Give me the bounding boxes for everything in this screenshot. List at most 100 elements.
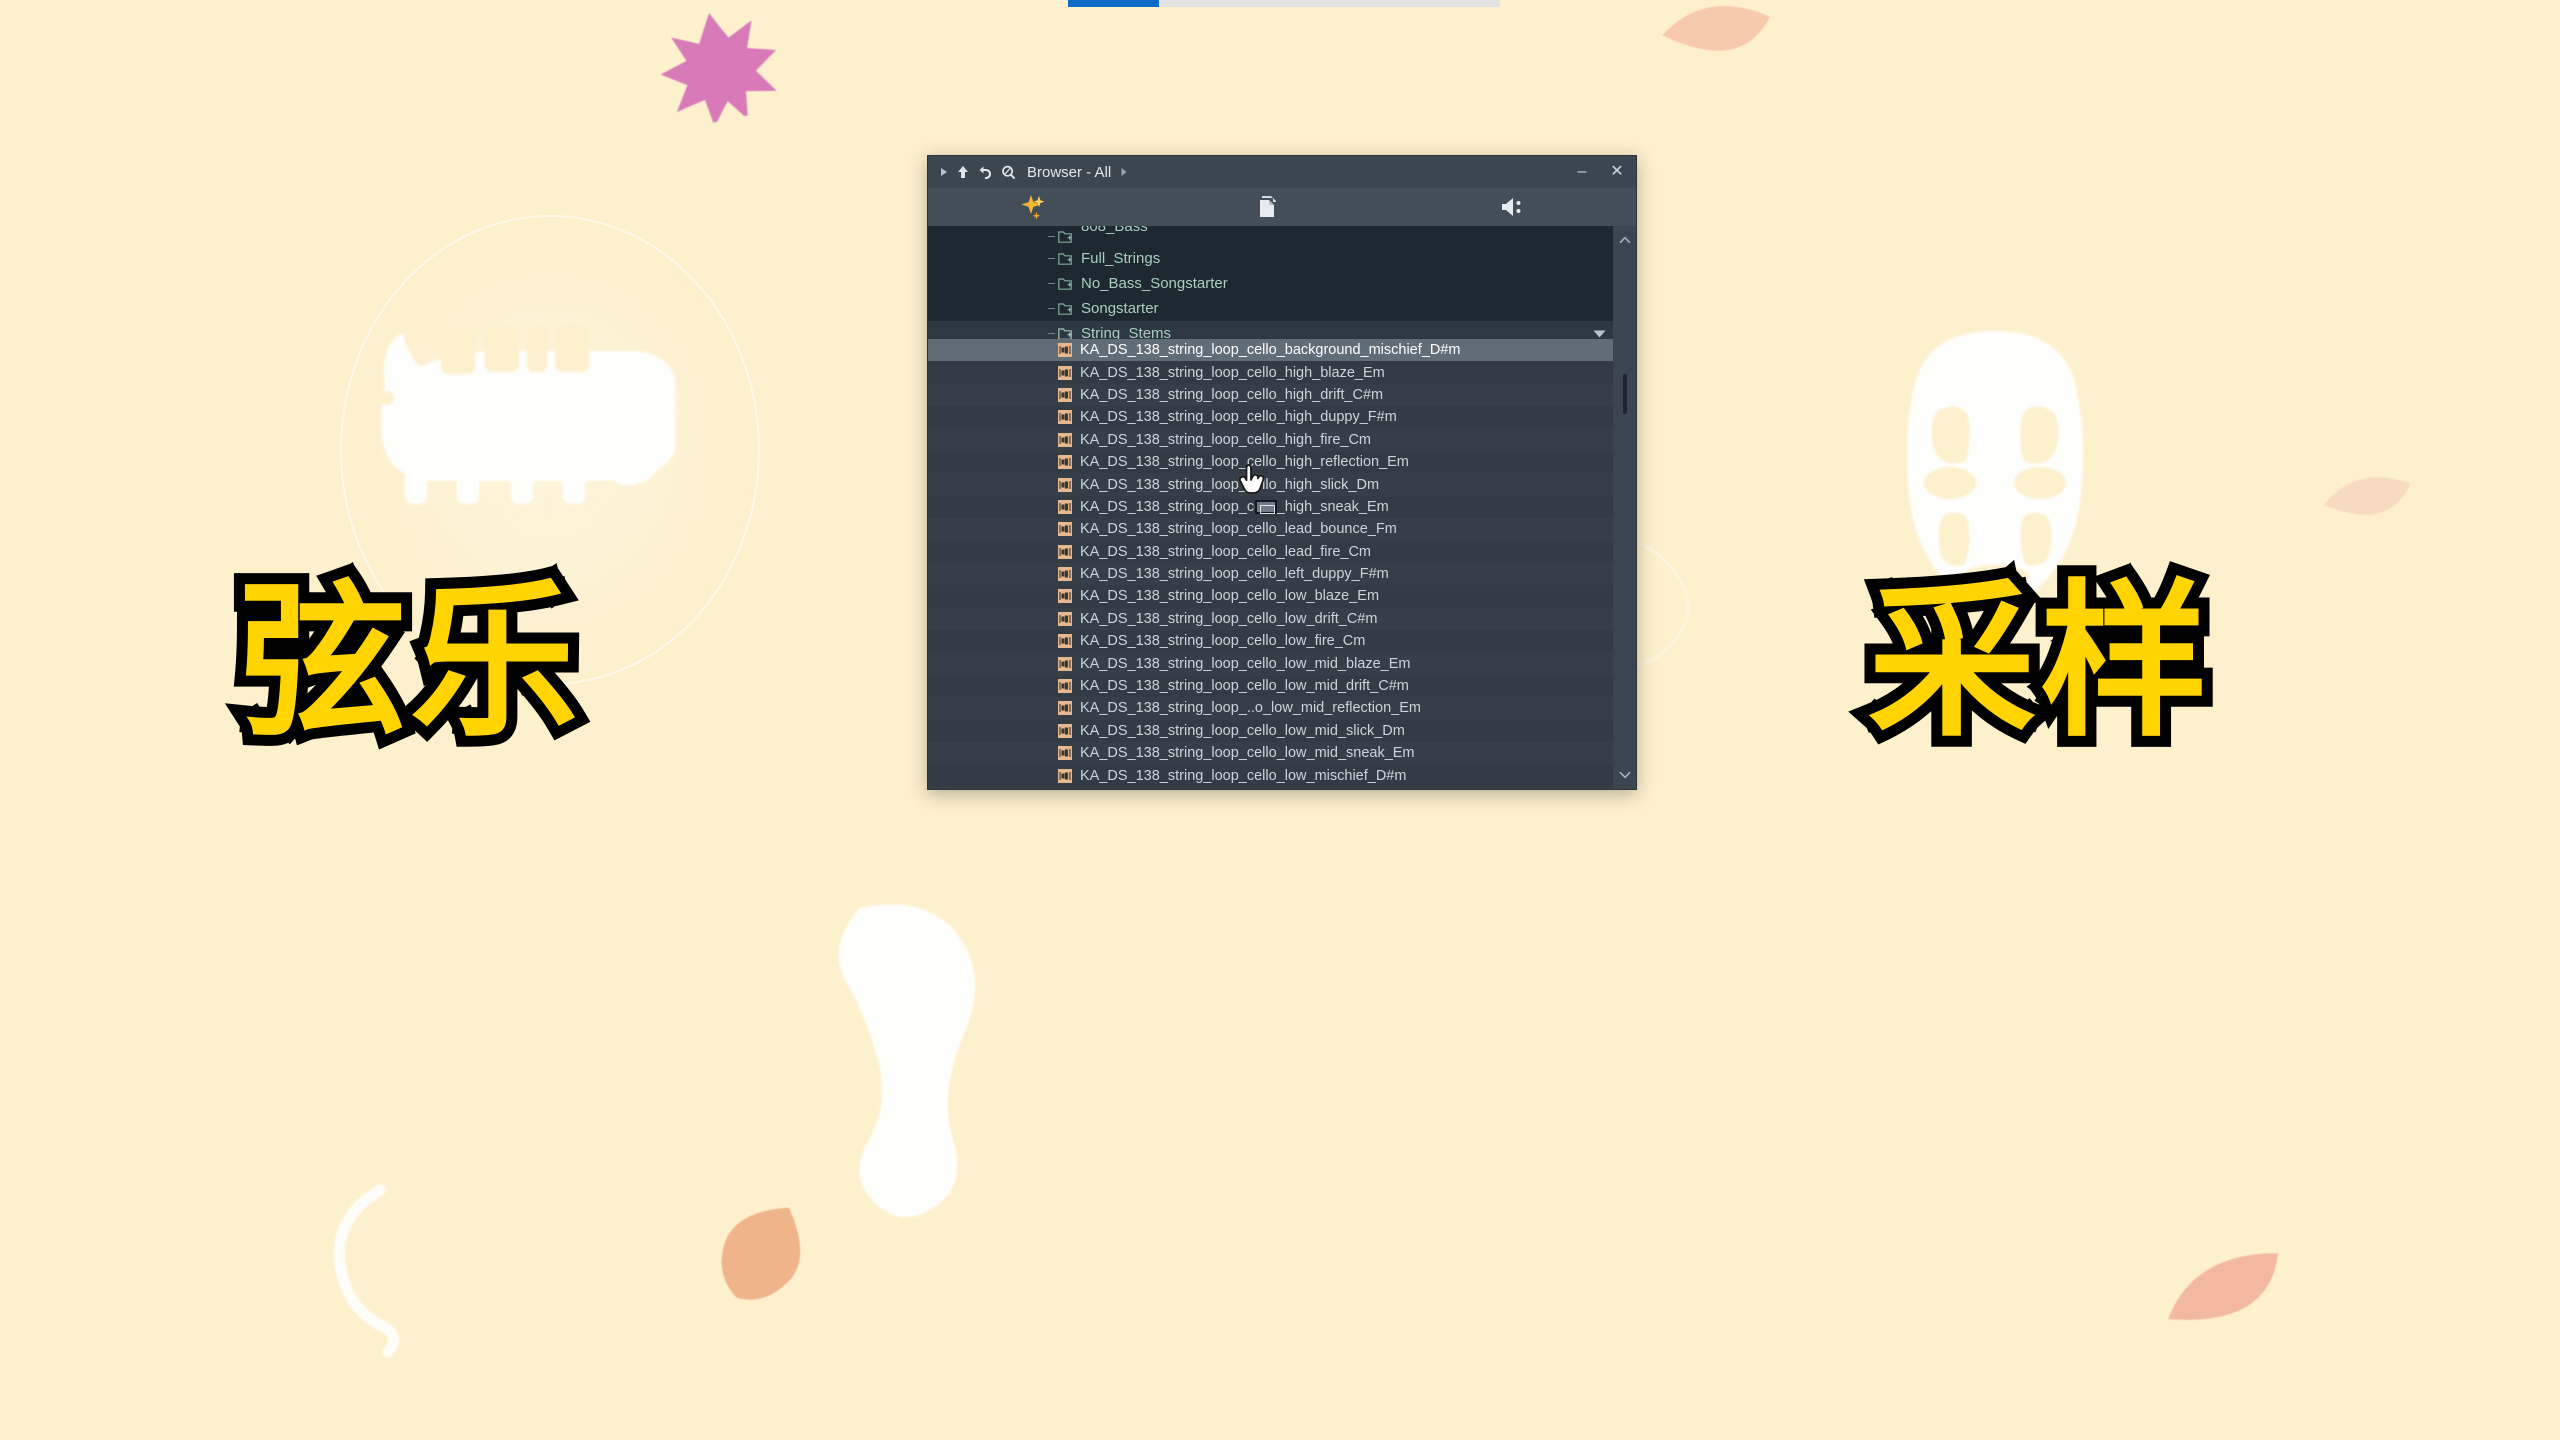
chevron-right-icon[interactable] [1120,167,1128,177]
file-label: KA_DS_138_string_loop_cello_low_mid_snea… [1080,745,1415,762]
file-row[interactable]: KA_DS_138_string_loop_cello_low_reflecti… [928,786,1636,789]
browser-file-list[interactable]: 808_Bass Full_Strings No_Bass_Songstarte… [928,226,1636,789]
file-row[interactable]: KA_DS_138_string_loop_cello_background_m… [928,339,1636,362]
file-label: KA_DS_138_string_loop_cello_low_mid_drif… [1080,678,1409,695]
tree-dash [1048,235,1055,237]
caption-left: 弦乐 [227,564,589,760]
white-cloth-decoration [838,904,976,1218]
browser-window[interactable]: Browser - All – ✕ 808_Bass Full_Strings … [927,155,1637,790]
file-row[interactable]: KA_DS_138_string_loop_cello_high_duppy_F… [928,406,1636,429]
magnifier-icon[interactable] [1001,165,1016,180]
audio-clip-icon [1058,343,1072,358]
file-label: KA_DS_138_string_loop_cello_high_reflect… [1080,454,1409,471]
file-label: KA_DS_138_string_loop_cello_high_drift_C… [1080,386,1384,403]
leaf-decoration [2323,477,2411,515]
triangle-right-icon[interactable] [940,167,948,177]
arrow-up-icon[interactable] [957,165,969,179]
folder-row[interactable]: Full_Strings [928,246,1636,271]
drag-ghost-indicator [1255,500,1277,514]
file-label: KA_DS_138_string_loop_cello_high_sneak_E… [1080,498,1389,515]
file-row[interactable]: KA_DS_138_string_loop_cello_left_duppy_F… [928,562,1636,586]
audio-clip-icon [1058,679,1072,694]
file-label: KA_DS_138_string_loop_cello_low_fire_Cm [1080,633,1366,650]
audio-clip-icon [1058,746,1072,761]
audio-clip-icon [1058,477,1072,492]
file-label: KA_DS_138_string_loop_cello_high_duppy_F… [1080,409,1397,426]
scrollbar-thumb[interactable] [1623,374,1627,414]
folder-plus-icon [1058,277,1073,290]
folder-rows: 808_Bass Full_Strings No_Bass_Songstarte… [928,226,1636,346]
folder-plus-icon [1058,302,1073,315]
tree-dash [1048,258,1055,259]
caption-right: 采样 [1857,564,2219,760]
undo-arrow-icon[interactable] [978,165,992,179]
audio-clip-icon [1058,567,1072,582]
file-row[interactable]: KA_DS_138_string_loop_cello_low_mid_slic… [928,719,1636,743]
file-row[interactable]: KA_DS_138_string_loop_cello_low_fire_Cm [928,630,1636,653]
folder-label: Songstarter [1081,300,1159,317]
file-label: KA_DS_138_string_loop_cello_low_blaze_Em [1080,588,1380,605]
file-label: KA_DS_138_string_loop_cello_low_mischief… [1080,767,1407,784]
file-row[interactable]: KA_DS_138_string_loop_cello_lead_bounce_… [928,518,1636,541]
audio-clip-icon [1058,768,1072,783]
close-button[interactable]: ✕ [1604,159,1630,185]
audio-clip-icon [1058,589,1072,604]
browser-titlebar[interactable]: Browser - All – ✕ [928,156,1636,188]
browser-title: Browser - All [1027,163,1112,181]
audio-clip-icon [1058,656,1072,671]
file-label: KA_DS_138_string_loop_cello_high_slick_D… [1080,476,1380,493]
leaf-decoration [2168,1253,2278,1320]
audio-clip-icon [1058,723,1072,738]
file-row[interactable]: KA_DS_138_string_loop_cello_high_fire_Cm [928,428,1636,451]
file-label: KA_DS_138_string_loop_cello_low_mid_slic… [1080,722,1405,739]
audio-clip-icon [1058,701,1072,716]
folder-label: No_Bass_Songstarter [1081,275,1228,292]
chevron-down-icon[interactable] [1613,767,1636,783]
file-label: KA_DS_138_string_loop_cello_low_mid_blaz… [1080,655,1411,672]
vertical-scrollbar[interactable] [1613,226,1636,789]
file-row[interactable]: KA_DS_138_string_loop_cello_low_mischief… [928,764,1636,787]
file-label: KA_DS_138_string_loop_..o_low_mid_reflec… [1080,700,1421,717]
audio-clip-icon [1058,611,1072,626]
browser-toolbar[interactable] [928,188,1636,226]
file-row[interactable]: KA_DS_138_string_loop_..o_low_mid_reflec… [928,697,1636,720]
file-row[interactable]: KA_DS_138_string_loop_cello_high_slick_D… [928,473,1636,496]
video-progress-bar[interactable] [1068,0,1500,7]
folder-label: 808_Bass [1081,226,1148,235]
file-row[interactable]: KA_DS_138_string_loop_cello_high_sneak_E… [928,495,1636,519]
file-row[interactable]: KA_DS_138_string_loop_cello_low_blaze_Em [928,585,1636,608]
folder-row[interactable]: No_Bass_Songstarter [928,271,1636,296]
file-row[interactable]: KA_DS_138_string_loop_cello_low_mid_blaz… [928,652,1636,675]
file-row[interactable]: KA_DS_138_string_loop_cello_low_mid_snea… [928,742,1636,765]
file-row[interactable]: KA_DS_138_string_loop_cello_high_reflect… [928,450,1636,474]
folder-row[interactable]: Songstarter [928,296,1636,321]
tree-dash [1048,308,1055,309]
file-row[interactable]: KA_DS_138_string_loop_cello_high_drift_C… [928,383,1636,407]
folder-label: Full_Strings [1081,250,1161,267]
file-row[interactable]: KA_DS_138_string_loop_cello_low_mid_drif… [928,674,1636,698]
audio-clip-icon [1058,410,1072,425]
tree-dash [1048,283,1055,284]
leaf-decoration [721,1207,801,1300]
sparkle-ai-icon[interactable] [1018,192,1048,222]
audio-clip-icon [1058,499,1072,514]
audio-clip-icon [1058,634,1072,649]
audio-clip-icon [1058,544,1072,559]
chevron-up-icon[interactable] [1613,232,1636,248]
video-progress-fill [1068,0,1159,7]
speaker-preview-icon[interactable] [1500,196,1526,218]
maple-leaf-decoration [660,13,777,127]
audio-clip-icon [1058,522,1072,537]
minimize-button[interactable]: – [1569,159,1595,185]
file-label: KA_DS_138_string_loop_cello_high_fire_Cm [1080,431,1371,448]
file-label: KA_DS_138_string_loop_cello_left_duppy_F… [1080,566,1389,583]
file-row[interactable]: KA_DS_138_string_loop_cello_high_blaze_E… [928,361,1636,384]
file-label: KA_DS_138_string_loop_cello_low_drift_C#… [1080,610,1378,627]
file-row[interactable]: KA_DS_138_string_loop_cello_lead_fire_Cm [928,540,1636,563]
white-swirl-decoration [333,1184,400,1358]
file-label: KA_DS_138_string_loop_cello_high_blaze_E… [1080,364,1385,381]
folder-row[interactable]: 808_Bass [928,226,1636,246]
copy-document-icon[interactable] [1258,195,1280,219]
audio-clip-icon [1058,455,1072,470]
file-row[interactable]: KA_DS_138_string_loop_cello_low_drift_C#… [928,607,1636,631]
